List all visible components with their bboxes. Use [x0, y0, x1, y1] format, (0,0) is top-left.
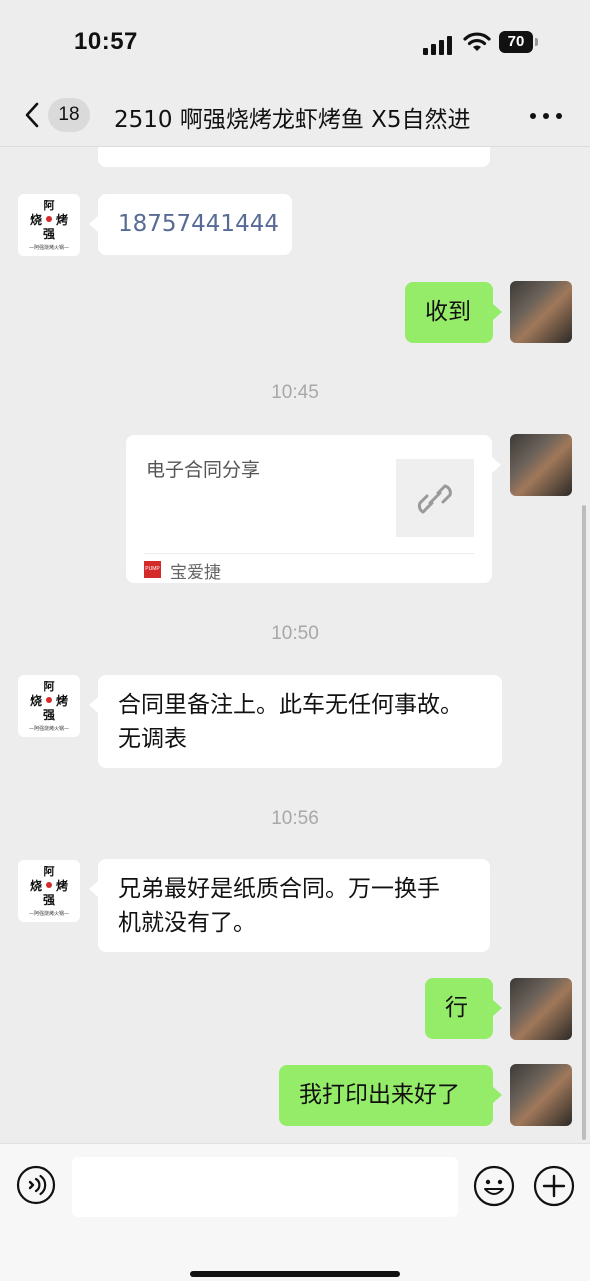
message-text-line: 机就没有了。: [118, 910, 256, 936]
svg-text:阿: 阿: [44, 864, 55, 878]
input-bar: [0, 1143, 590, 1281]
bubble-tail: [89, 216, 98, 232]
message-text-line: 兄弟最好是纸质合同。万一换手: [118, 876, 440, 902]
link-card[interactable]: 电子合同分享 PUMP 宝爱捷: [126, 435, 501, 583]
signal-icon: [423, 33, 455, 55]
avatar-self[interactable]: [510, 978, 572, 1040]
status-bar: 10:57 70: [0, 0, 590, 88]
bubble-tail: [492, 457, 501, 473]
card-divider: [144, 553, 474, 554]
svg-text:—阿强烧烤火锅—: —阿强烧烤火锅—: [29, 244, 69, 251]
avatar-self[interactable]: [510, 434, 572, 496]
plus-icon[interactable]: [533, 1165, 575, 1207]
message-text-line: 合同里备注上。此车无任何事故。: [118, 692, 463, 718]
scrollbar[interactable]: [582, 505, 586, 1140]
svg-text:烧: 烧: [30, 212, 42, 227]
svg-text:—阿强烧烤火锅—: —阿强烧烤火锅—: [29, 725, 69, 732]
phone-number-link[interactable]: 18757441444: [118, 211, 279, 237]
back-chevron-icon: [25, 102, 39, 128]
avatar-other[interactable]: 阿 烧 烤 强 —阿强烧烤火锅—: [18, 675, 80, 737]
card-title: 电子合同分享: [146, 459, 261, 481]
message-bubble[interactable]: 兄弟最好是纸质合同。万一换手 机就没有了。: [89, 859, 490, 952]
bubble-tail: [493, 1087, 502, 1103]
svg-text:强: 强: [43, 708, 55, 722]
svg-text:—阿强烧烤火锅—: —阿强烧烤火锅—: [29, 910, 69, 917]
voice-icon[interactable]: [16, 1165, 56, 1205]
more-button[interactable]: [530, 110, 564, 122]
message-text: 我打印出来好了: [299, 1082, 460, 1108]
link-icon: [417, 484, 452, 514]
emoji-icon[interactable]: [473, 1165, 515, 1207]
message-text: 行: [445, 995, 468, 1021]
svg-text:强: 强: [43, 893, 55, 907]
card-thumbnail: [396, 459, 474, 537]
timestamp: 10:50: [271, 623, 319, 644]
restaurant-logo: 阿 烧 烤 强 —阿强烧烤火锅—: [29, 679, 69, 732]
avatar-self[interactable]: [510, 281, 572, 343]
svg-text:强: 强: [43, 227, 55, 241]
timestamp: 10:56: [271, 808, 319, 829]
avatar-other[interactable]: 阿 烧 烤 强 —阿强烧烤火锅—: [18, 860, 80, 922]
svg-text:烤: 烤: [56, 693, 68, 708]
message-text-line: 无调表: [118, 726, 187, 752]
avatar-other[interactable]: 阿 烧 烤 强 —阿强烧烤火锅—: [18, 194, 80, 256]
restaurant-logo: 阿 烧 烤 强 —阿强烧烤火锅—: [29, 198, 69, 251]
message-bubble-partial[interactable]: [98, 147, 490, 167]
message-text: 收到: [425, 299, 471, 325]
message-list[interactable]: 阿 烧 烤 强 —阿强烧烤火锅— 18757441444 收到 10:45 电子…: [0, 147, 590, 1142]
svg-text:烤: 烤: [56, 878, 68, 893]
home-indicator[interactable]: [190, 1271, 400, 1277]
timestamp: 10:45: [271, 382, 319, 403]
bubble-tail: [89, 697, 98, 713]
message-bubble[interactable]: 合同里备注上。此车无任何事故。 无调表: [89, 675, 502, 768]
restaurant-logo: 阿 烧 烤 强 —阿强烧烤火锅—: [29, 864, 69, 917]
chat-title: 2510 啊强烧烤龙虾烤鱼 X5自然进: [114, 107, 471, 133]
svg-text:阿: 阿: [44, 198, 55, 212]
source-icon: PUMP: [144, 561, 161, 578]
message-bubble-self[interactable]: 行: [425, 978, 502, 1039]
message-input[interactable]: [72, 1157, 458, 1217]
message-bubble-self[interactable]: 收到: [405, 282, 502, 343]
wifi-icon: [463, 32, 491, 51]
svg-text:阿: 阿: [44, 679, 55, 693]
message-bubble[interactable]: 18757441444: [89, 194, 292, 255]
back-button[interactable]: 18: [18, 96, 98, 134]
battery-tip: [535, 38, 538, 46]
avatar-self[interactable]: [510, 1064, 572, 1126]
message-bubble-self[interactable]: 我打印出来好了: [279, 1065, 502, 1126]
status-time: 10:57: [74, 28, 138, 55]
chat-header: 18 2510 啊强烧烤龙虾烤鱼 X5自然进: [0, 88, 590, 147]
svg-text:烤: 烤: [56, 212, 68, 227]
svg-text:烧: 烧: [30, 693, 42, 708]
unread-count-badge: 18: [48, 98, 90, 132]
battery-icon: 70: [499, 31, 533, 53]
bubble-tail: [89, 881, 98, 897]
card-source: 宝爱捷: [170, 563, 221, 583]
bubble-tail: [493, 304, 502, 320]
svg-text:烧: 烧: [30, 878, 42, 893]
bubble-tail: [493, 1000, 502, 1016]
